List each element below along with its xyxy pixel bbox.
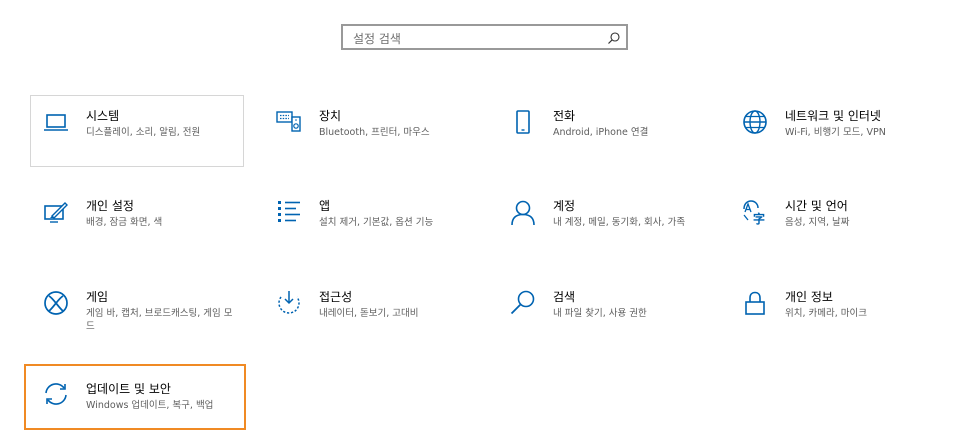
tile-description: 음성, 지역, 날짜: [785, 217, 850, 228]
tile-title: 검색: [553, 290, 576, 304]
globe-icon: [741, 108, 769, 136]
tile-description: 내레이터, 돋보기, 고대비: [319, 308, 419, 319]
tile-description: Bluetooth, 프린터, 마우스: [319, 127, 430, 138]
tile-description: 설치 제거, 기본값, 옵션 기능: [319, 217, 434, 228]
tile-title: 개인 설정: [86, 199, 134, 213]
apps-list-icon: [275, 198, 303, 226]
tile-description: Wi-Fi, 비행기 모드, VPN: [785, 127, 886, 138]
svg-text:字: 字: [753, 211, 765, 226]
tile-personalization[interactable]: 개인 설정 배경, 잠금 화면, 색: [30, 185, 244, 257]
tile-description: 배경, 잠금 화면, 색: [86, 217, 163, 228]
tile-description: Android, iPhone 연결: [553, 127, 649, 138]
tile-gaming[interactable]: 게임 게임 바, 캡처, 브로드캐스팅, 게임 모드: [30, 276, 244, 348]
tile-title: 개인 정보: [785, 290, 833, 304]
search-icon[interactable]: [607, 31, 621, 45]
tile-title: 업데이트 및 보안: [86, 382, 171, 396]
tile-description: 디스플레이, 소리, 알림, 전원: [86, 127, 201, 138]
tile-devices[interactable]: 장치 Bluetooth, 프린터, 마우스: [263, 95, 477, 167]
search-placeholder: 설정 검색: [353, 32, 401, 46]
tile-time-language[interactable]: 字 시간 및 언어 음성, 지역, 날짜: [729, 185, 943, 257]
tile-ease-of-access[interactable]: 접근성 내레이터, 돋보기, 고대비: [263, 276, 477, 348]
search-icon: [509, 289, 537, 317]
tile-description: 위치, 카메라, 마이크: [785, 308, 867, 319]
tile-title: 네트워크 및 인터넷: [785, 109, 881, 123]
tile-apps[interactable]: 앱 설치 제거, 기본값, 옵션 기능: [263, 185, 477, 257]
tile-title: 계정: [553, 199, 576, 213]
tile-privacy[interactable]: 개인 정보 위치, 카메라, 마이크: [729, 276, 943, 348]
tile-description: Windows 업데이트, 복구, 백업: [86, 400, 214, 411]
tile-title: 접근성: [319, 290, 353, 304]
laptop-icon: [42, 108, 70, 136]
tile-title: 게임: [86, 290, 109, 304]
sync-icon: [42, 380, 70, 408]
tile-description: 내 파일 찾기, 사용 권한: [553, 308, 647, 319]
phone-icon: [509, 108, 537, 136]
tile-system[interactable]: 시스템 디스플레이, 소리, 알림, 전원: [30, 95, 244, 167]
person-icon: [509, 198, 537, 226]
search-input[interactable]: 설정 검색: [341, 24, 628, 50]
personalization-icon: [42, 198, 70, 226]
time-language-icon: 字: [741, 198, 769, 226]
tile-accounts[interactable]: 계정 내 계정, 메일, 동기화, 회사, 가족: [497, 185, 711, 257]
devices-icon: [275, 108, 303, 136]
tile-title: 시간 및 언어: [785, 199, 848, 213]
tile-update-security[interactable]: 업데이트 및 보안 Windows 업데이트, 복구, 백업: [24, 364, 246, 430]
tile-title: 전화: [553, 109, 576, 123]
tile-title: 앱: [319, 199, 331, 213]
tile-description: 내 계정, 메일, 동기화, 회사, 가족: [553, 217, 686, 228]
tile-search[interactable]: 검색 내 파일 찾기, 사용 권한: [497, 276, 711, 348]
ease-of-access-icon: [275, 289, 303, 317]
tile-title: 장치: [319, 109, 342, 123]
tile-title: 시스템: [86, 109, 120, 123]
tile-description: 게임 바, 캡처, 브로드캐스팅, 게임 모드: [86, 308, 233, 332]
tile-network[interactable]: 네트워크 및 인터넷 Wi-Fi, 비행기 모드, VPN: [729, 95, 943, 167]
xbox-icon: [42, 289, 70, 317]
lock-icon: [741, 289, 769, 317]
tile-phone[interactable]: 전화 Android, iPhone 연결: [497, 95, 711, 167]
